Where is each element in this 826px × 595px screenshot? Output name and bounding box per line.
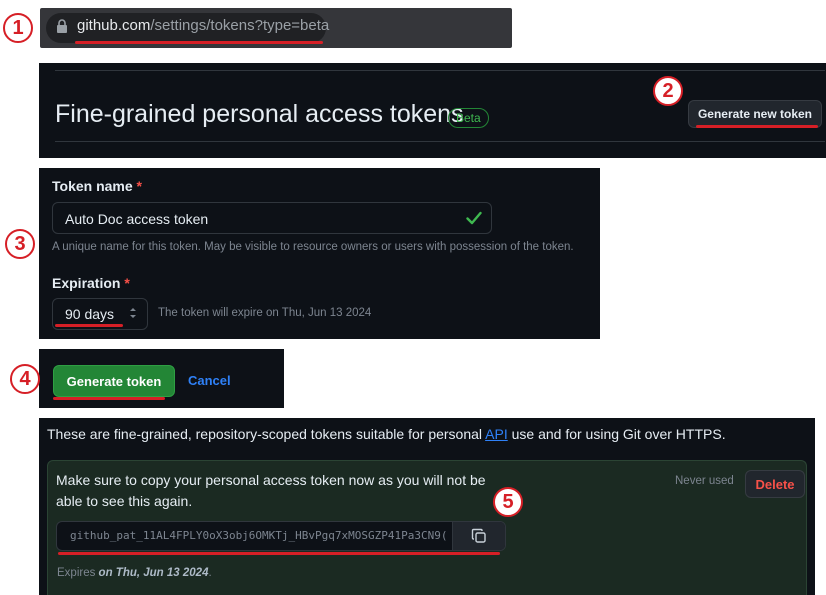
api-link[interactable]: API <box>485 426 508 442</box>
delete-token-button[interactable]: Delete <box>745 470 805 498</box>
annotation-step-1: 1 <box>3 13 33 43</box>
divider <box>55 70 825 71</box>
annotation-step-5: 5 <box>493 487 523 517</box>
token-name-label: Token name * <box>52 178 142 194</box>
expiration-hint: The token will expire on Thu, Jun 13 202… <box>158 307 372 319</box>
expiration-label: Expiration * <box>52 275 130 291</box>
cancel-button[interactable]: Cancel <box>188 373 231 388</box>
copy-icon <box>471 528 486 543</box>
token-expires-text: Expires on Thu, Jun 13 2024. <box>57 567 212 579</box>
annotation-step-4: 4 <box>10 364 40 394</box>
generate-token-button[interactable]: Generate token <box>53 365 175 397</box>
expiration-value: 90 days <box>65 306 115 322</box>
divider <box>55 141 825 142</box>
tokens-intro-text: These are fine-grained, repository-scope… <box>47 426 726 442</box>
token-value[interactable]: github_pat_11AL4FPLY0oX3obj6OMKTj_HBvPgq… <box>70 529 456 542</box>
lock-icon[interactable] <box>56 19 68 33</box>
token-name-hint: A unique name for this token. May be vis… <box>52 241 574 253</box>
generate-new-token-button[interactable]: Generate new token <box>688 100 822 128</box>
url-text[interactable]: github.com/settings/tokens?type=beta <box>77 17 329 34</box>
select-chevron-icon <box>130 308 136 318</box>
copy-token-warning: Make sure to copy your personal access t… <box>56 472 486 509</box>
beta-badge: Beta <box>448 108 489 128</box>
token-usage-status: Never used <box>675 475 734 487</box>
check-icon <box>466 211 482 225</box>
annotation-step-3: 3 <box>5 229 35 259</box>
page-title: Fine-grained personal access tokens <box>55 100 464 128</box>
copy-token-button[interactable] <box>452 522 505 550</box>
token-name-value: Auto Doc access token <box>65 211 209 227</box>
token-value-field[interactable]: github_pat_11AL4FPLY0oX3obj6OMKTj_HBvPgq… <box>56 521 506 551</box>
annotation-step-2: 2 <box>653 76 683 106</box>
